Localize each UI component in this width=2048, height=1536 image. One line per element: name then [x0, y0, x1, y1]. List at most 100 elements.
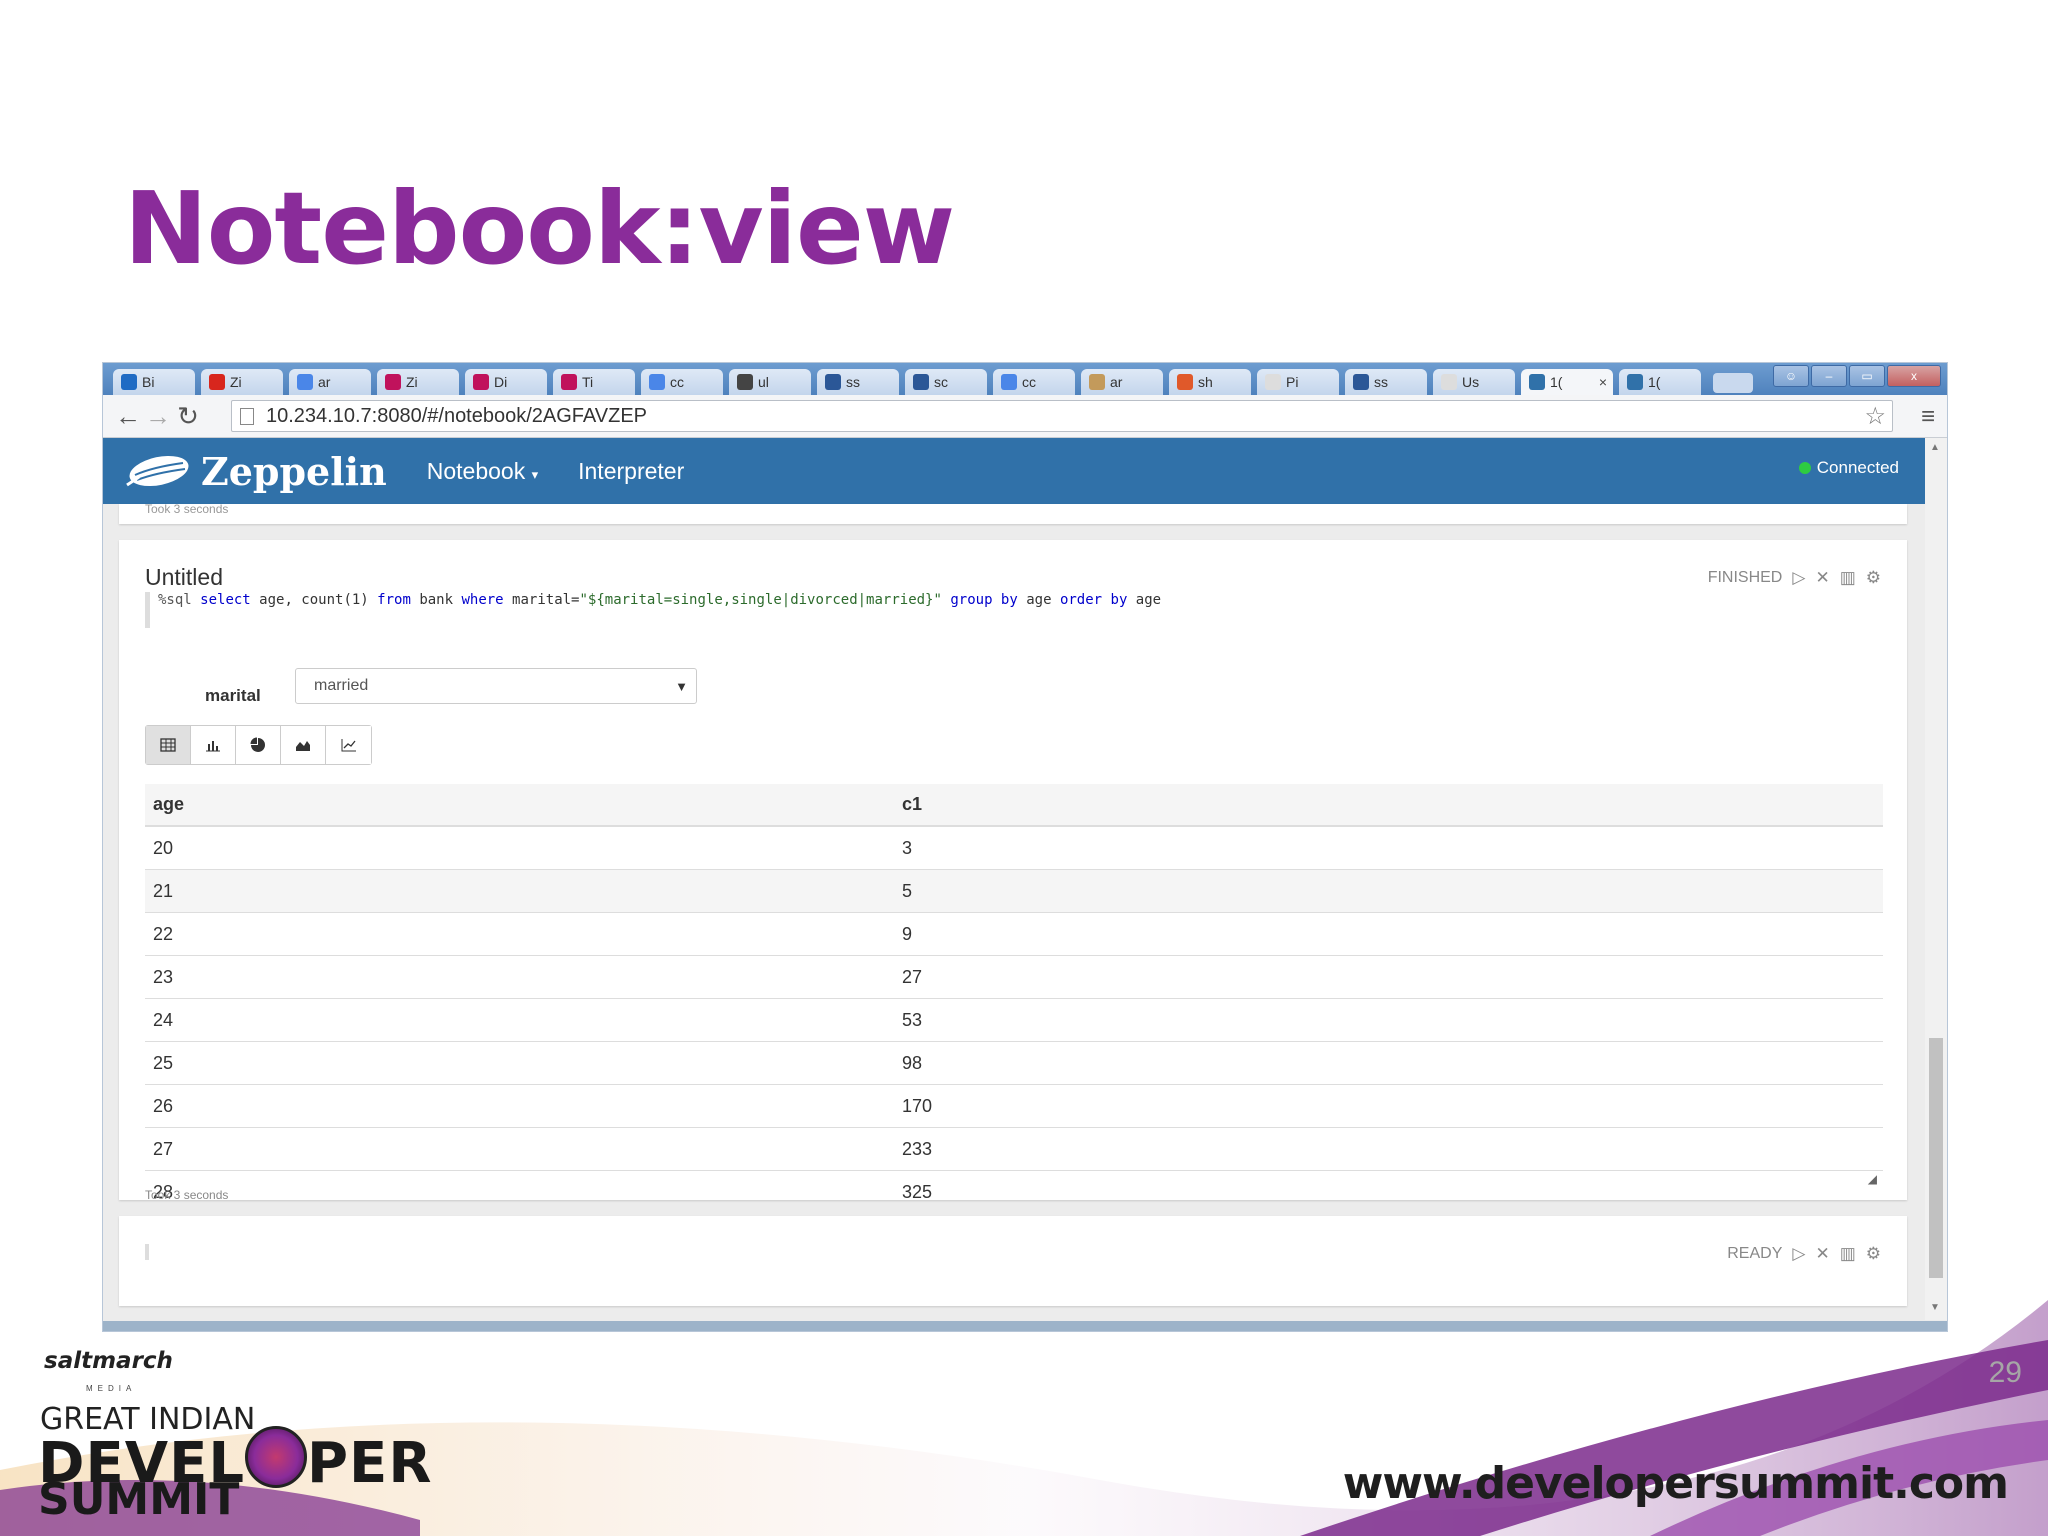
browser-tab[interactable]: Zi	[377, 369, 459, 395]
google-icon	[1001, 374, 1017, 390]
tab-label: ar	[318, 374, 331, 390]
book-icon[interactable]: ▥	[1840, 568, 1856, 588]
browser-tab[interactable]: Us	[1433, 369, 1515, 395]
back-arrow-icon[interactable]: ←	[113, 401, 143, 432]
area-chart-icon[interactable]	[281, 726, 326, 764]
browser-tab[interactable]: ss	[1345, 369, 1427, 395]
browser-tab[interactable]: sh	[1169, 369, 1251, 395]
browser-tab[interactable]: Bi	[113, 369, 195, 395]
browser-tab[interactable]: 1(×	[1521, 369, 1613, 395]
tab-label: Pi	[1286, 374, 1299, 390]
browser-window: Bi Zi ar Zi Di Ti cc ul ss sc cc ar sh Pi ss Us 1(× 1( ☺ …	[102, 362, 1948, 1332]
page-viewport: Zeppelin Notebook ▾ Interpreter Connecte…	[103, 438, 1925, 1320]
tab-label: ss	[846, 374, 860, 390]
scroll-up-icon[interactable]: ▲	[1930, 442, 1940, 453]
browser-tab[interactable]: Zi	[201, 369, 283, 395]
marital-label: marital	[205, 686, 261, 705]
table-icon[interactable]	[146, 726, 191, 764]
pie-chart-icon[interactable]	[236, 726, 281, 764]
browser-tab[interactable]: Ti	[553, 369, 635, 395]
browser-tab[interactable]: Di	[465, 369, 547, 395]
paragraph-untitled: Untitled FINISHED ▷ ✕ ▥ ⚙ %sql select ag…	[119, 540, 1907, 1213]
reload-icon[interactable]: ↻	[173, 401, 203, 432]
browser-tab[interactable]: Pi	[1257, 369, 1339, 395]
tab-label: Bi	[142, 374, 155, 390]
cell-c1: 325	[894, 1170, 1883, 1213]
column-header[interactable]: c1	[894, 784, 1883, 827]
browser-tab[interactable]: sc	[905, 369, 987, 395]
page-icon	[1441, 374, 1457, 390]
tab-label: sc	[934, 374, 948, 390]
cell-age: 22	[145, 912, 894, 956]
bracket-icon	[825, 374, 841, 390]
column-header[interactable]: age	[145, 784, 894, 827]
caret-down-icon: ▾	[531, 466, 539, 482]
dropdown-caret-icon: ▼	[675, 678, 688, 694]
previous-paragraph: Took 3 seconds	[119, 502, 1907, 524]
table-row: 27 233	[145, 1127, 1883, 1171]
url-input[interactable]	[264, 403, 1768, 429]
browser-tab[interactable]: ul	[729, 369, 811, 395]
paragraph-status: FINISHED	[1707, 569, 1783, 586]
bookmark-star-icon[interactable]: ☆	[1864, 402, 1886, 431]
tab-label: sh	[1198, 374, 1213, 390]
tab-label: Us	[1462, 374, 1480, 390]
collapse-icon[interactable]: ✕	[1815, 568, 1829, 588]
nav-interpreter[interactable]: Interpreter	[578, 458, 684, 485]
close-window-button[interactable]: x	[1887, 365, 1941, 387]
status-dot-icon	[1798, 462, 1811, 474]
menu-icon[interactable]: ≡	[1921, 403, 1935, 431]
window-controls: ☺ – ▭ x	[1773, 365, 1941, 387]
new-tab-button[interactable]	[1713, 373, 1753, 393]
tab-label: Zi	[406, 374, 418, 390]
zeppelin-brand: Zeppelin	[201, 448, 387, 494]
result-table: age c1 20 3 21 5 22 9 23 27 24 53 25 98 26 170 27 233 28…	[145, 784, 1883, 1213]
table-row: 21 5	[145, 869, 1883, 913]
visualization-toolbar	[145, 725, 372, 765]
google-icon	[297, 374, 313, 390]
tab-label: Ti	[582, 374, 594, 390]
gear-icon[interactable]: ⚙	[1866, 568, 1881, 588]
code-editor[interactable]: %sql select age, count(1) from bank wher…	[145, 592, 1161, 628]
zeppelin-icon	[1529, 374, 1545, 390]
run-icon[interactable]: ▷	[1792, 568, 1805, 588]
tab-label: ss	[1374, 374, 1388, 390]
table-row: 20 3	[145, 825, 1883, 870]
tab-label: cc	[1022, 374, 1036, 390]
close-tab-icon[interactable]: ×	[1599, 374, 1607, 390]
youtube-icon	[209, 374, 225, 390]
paren-icon	[913, 374, 929, 390]
cell-c1: 3	[894, 825, 1883, 870]
marital-select[interactable]: married ▼	[295, 668, 697, 704]
zeppelin-logo[interactable]: Zeppelin	[123, 449, 387, 494]
resize-handle-icon[interactable]: ◢	[1868, 1172, 1877, 1186]
table-row: 22 9	[145, 912, 1883, 956]
minimize-button[interactable]: –	[1811, 365, 1847, 387]
browser-tab[interactable]: cc	[641, 369, 723, 395]
browser-tab[interactable]: ar	[1081, 369, 1163, 395]
browser-tab[interactable]: ar	[289, 369, 371, 395]
page-number: 29	[1988, 1356, 2022, 1389]
previous-took-text: Took 3 seconds	[145, 502, 229, 516]
page-icon	[240, 407, 254, 425]
tab-label: cc	[670, 374, 684, 390]
address-bar[interactable]: ☆	[231, 400, 1893, 432]
tab-label: 1(	[1648, 374, 1661, 390]
table-row: 26 170	[145, 1084, 1883, 1128]
line-chart-icon[interactable]	[326, 726, 371, 764]
profile-icon[interactable]: ☺	[1773, 365, 1809, 387]
tab-label: ul	[758, 374, 769, 390]
slide-title: Notebook:view	[124, 170, 955, 287]
browser-tab[interactable]: cc	[993, 369, 1075, 395]
nav-notebook[interactable]: Notebook ▾	[427, 458, 538, 485]
restore-button[interactable]: ▭	[1849, 365, 1885, 387]
browser-tab[interactable]: ss	[817, 369, 899, 395]
google-icon	[649, 374, 665, 390]
bar-chart-icon[interactable]	[191, 726, 236, 764]
browser-tab[interactable]: 1(	[1619, 369, 1701, 395]
vertical-scrollbar[interactable]: ▲ ▼	[1925, 438, 1947, 1320]
table-row: 23 27	[145, 955, 1883, 999]
paragraph-title[interactable]: Untitled	[145, 564, 223, 591]
cell-age: 27	[145, 1127, 894, 1171]
forward-arrow-icon[interactable]: →	[143, 401, 173, 432]
